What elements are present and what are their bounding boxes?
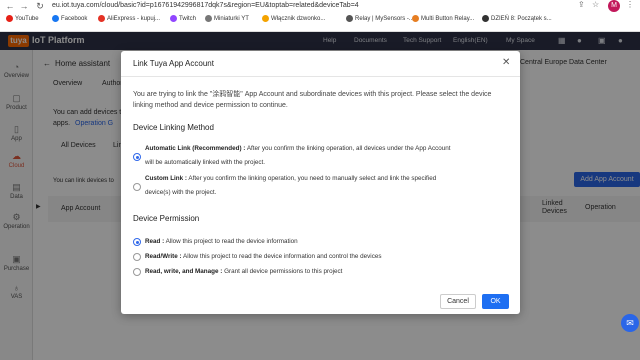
globe-icon [205,15,212,22]
dialog-intro: You are trying to link the "涂鸦智能" App Ac… [133,91,492,109]
youtube-icon [6,15,13,22]
radio-read-write-manage[interactable] [133,268,141,276]
chat-icon[interactable]: ✉ [621,314,639,332]
back-icon[interactable]: ← [4,1,16,11]
bookmark-twitch[interactable]: Twitch [170,15,196,22]
radio-read-write[interactable] [133,253,141,261]
bookmark-youtube[interactable]: YouTube [6,15,39,22]
bookmark-relay[interactable]: Relay | MySensors -... [346,15,414,22]
star-icon[interactable]: ☆ [592,0,599,9]
reload-icon[interactable]: ↻ [34,1,46,12]
bookmark-facebook[interactable]: Facebook [52,15,87,22]
aliexpress-icon [98,15,105,22]
forward-icon[interactable]: → [18,1,30,11]
cancel-button[interactable]: Cancel [440,294,476,309]
address-bar[interactable]: eu.iot.tuya.com/cloud/basic?id=p16761942… [52,1,359,11]
close-icon[interactable]: ✕ [502,57,510,68]
option-read-write[interactable]: Read/Write : Allow this project to read … [145,250,382,264]
browser-chrome: ← → ↻ eu.iot.tuya.com/cloud/basic?id=p16… [0,0,640,32]
option-read[interactable]: Read : Allow this project to read the de… [145,235,298,249]
bookmark-dzien[interactable]: DZIEŃ 8: Początek s... [482,15,552,22]
divider [121,76,520,77]
twitch-icon [170,15,177,22]
permission-heading: Device Permission [133,214,200,223]
profile-avatar[interactable]: M [608,0,620,12]
radio-automatic-link[interactable] [133,153,141,161]
option-read-write-manage[interactable]: Read, write, and Manage : Grant all devi… [145,265,342,279]
bookmark-miniaturki[interactable]: Miniaturki YT [205,15,249,22]
bookmark-aliexpress[interactable]: AliExpress - kupuj... [98,15,160,22]
page-icon [482,15,489,22]
radio-read[interactable] [133,238,141,246]
radio-custom-link[interactable] [133,183,141,191]
option-automatic-link[interactable]: Automatic Link (Recommended) : After you… [145,142,451,170]
link-account-dialog: Link Tuya App Account ✕ You are trying t… [121,51,520,314]
menu-icon[interactable]: ⋮ [626,0,634,9]
page-icon [262,15,269,22]
method-heading: Device Linking Method [133,123,214,132]
ok-button[interactable]: OK [482,294,509,309]
share-icon[interactable]: ⇪ [578,0,585,9]
page-icon [346,15,353,22]
dialog-title: Link Tuya App Account [133,59,214,68]
facebook-icon [52,15,59,22]
bookmark-multi-button[interactable]: Multi Button Relay... [412,15,474,22]
option-custom-link[interactable]: Custom Link : After you confirm the link… [145,172,436,200]
bookmark-wlacznik[interactable]: Włącznik dzwonko... [262,15,325,22]
page-icon [412,15,419,22]
